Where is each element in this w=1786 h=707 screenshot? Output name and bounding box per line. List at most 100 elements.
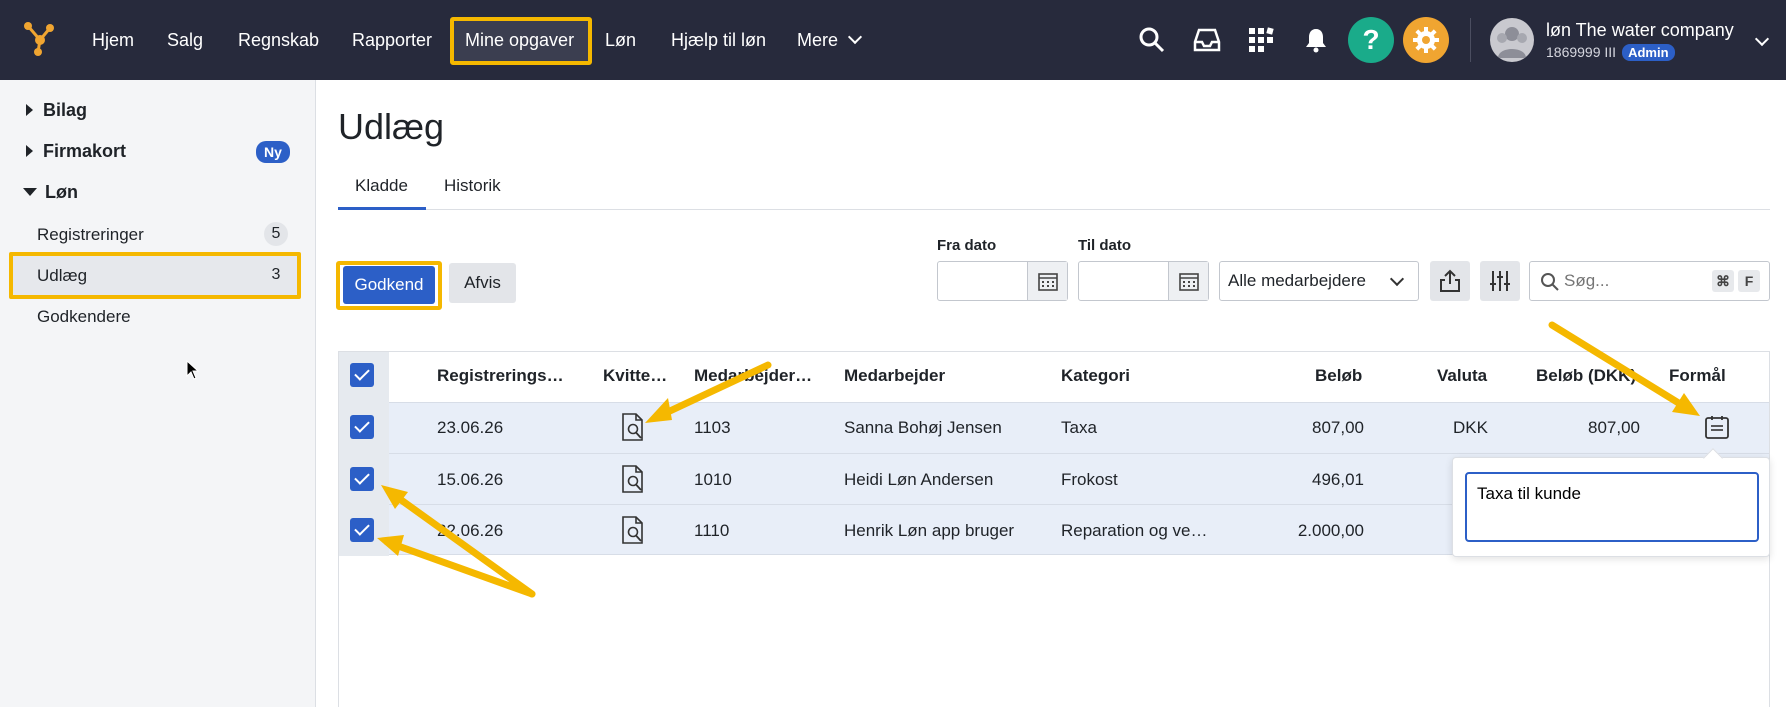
cell-employee: Heidi Løn Andersen	[844, 470, 994, 489]
cell-date: 15.06.26	[437, 470, 504, 489]
mouse-cursor-icon	[186, 360, 200, 380]
active-tab-indicator	[338, 207, 426, 210]
employee-select-value: Alle medarbejdere	[1228, 271, 1366, 290]
cell-employee-number: 1110	[694, 521, 730, 540]
approve-button[interactable]: Godkend	[343, 266, 435, 304]
apps-icon[interactable]	[1241, 20, 1281, 60]
count-badge: 3	[271, 266, 281, 283]
column-header-registreringsdato[interactable]: Registrerings…	[437, 366, 564, 386]
nav-hjaelp-til-lon[interactable]: Hjælp til løn	[671, 0, 766, 80]
purpose-textarea[interactable]	[1465, 472, 1759, 542]
cell-date: 22.06.26	[437, 521, 504, 540]
bell-icon[interactable]	[1296, 20, 1336, 60]
inbox-icon[interactable]	[1187, 20, 1227, 60]
to-date-label: Til dato	[1078, 237, 1132, 254]
sidebar-section-lon[interactable]: Løn	[23, 182, 78, 203]
topbar-divider	[1470, 18, 1471, 62]
sidebar-section-bilag[interactable]: Bilag	[26, 100, 87, 121]
column-header-valuta[interactable]: Valuta	[1437, 366, 1487, 386]
cell-amount: 2.000,00	[1297, 521, 1364, 540]
export-button[interactable]	[1430, 261, 1470, 301]
cell-amount: 807,00	[1312, 418, 1364, 437]
company-id: 1869999 III Admin	[1546, 44, 1675, 61]
avatar[interactable]	[1490, 18, 1534, 62]
purpose-note-icon[interactable]	[1704, 414, 1730, 440]
count-badge: 5	[264, 222, 288, 246]
cell-amount-dkk: 807,00	[1588, 418, 1640, 437]
column-header-belob-dkk[interactable]: Beløb (DKK)	[1536, 366, 1636, 386]
cell-currency: DKK	[1453, 418, 1488, 437]
reject-button[interactable]: Afvis	[449, 263, 516, 303]
sidebar-section-label: Firmakort	[43, 141, 127, 161]
sidebar-section-label: Bilag	[43, 100, 88, 120]
caret-right-icon	[26, 145, 33, 157]
nav-rapporter[interactable]: Rapporter	[352, 0, 432, 80]
top-navigation-bar: Hjem Salg Regnskab Rapporter Mine opgave…	[0, 0, 1786, 80]
sidebar-item-registreringer[interactable]: Registreringer	[37, 225, 144, 245]
sidebar-section-firmakort[interactable]: Firmakort	[26, 141, 126, 162]
column-header-medarbejdernummer[interactable]: Medarbejder…	[694, 366, 812, 386]
help-icon[interactable]: ?	[1348, 17, 1394, 63]
column-header-formal[interactable]: Formål	[1669, 366, 1726, 386]
nav-salg[interactable]: Salg	[167, 0, 203, 80]
tab-historik[interactable]: Historik	[444, 176, 501, 196]
nav-regnskab[interactable]: Regnskab	[238, 0, 319, 80]
cell-employee: Sanna Bohøj Jensen	[844, 418, 1002, 437]
sidebar-item-udlaeg[interactable]: Udlæg	[37, 266, 87, 286]
table-row[interactable]	[339, 402, 1769, 453]
app-logo[interactable]	[20, 18, 60, 58]
sliders-icon	[1490, 271, 1510, 291]
column-header-kvittering[interactable]: Kvitte…	[603, 366, 667, 386]
sidebar-section-label: Løn	[45, 182, 78, 202]
from-date-label: Fra dato	[937, 237, 997, 254]
receipt-preview-icon[interactable]	[621, 516, 645, 544]
column-header-belob[interactable]: Beløb	[1315, 366, 1362, 386]
receipt-preview-icon[interactable]	[621, 465, 645, 493]
purpose-popover	[1452, 457, 1770, 557]
row-checkbox[interactable]	[350, 415, 374, 439]
page-title: Udlæg	[338, 106, 445, 147]
account-chevron-down-icon[interactable]	[1754, 31, 1770, 47]
settings-icon[interactable]	[1403, 17, 1449, 63]
calendar-icon[interactable]	[1027, 262, 1067, 300]
search-input[interactable]	[1564, 270, 1704, 292]
row-checkbox[interactable]	[350, 467, 374, 491]
tab-kladde[interactable]: Kladde	[355, 176, 408, 196]
nav-hjem[interactable]: Hjem	[92, 0, 134, 80]
share-icon	[1440, 269, 1460, 292]
cell-category: Reparation og ve…	[1061, 521, 1208, 540]
select-all-checkbox[interactable]	[350, 363, 374, 387]
cell-employee: Henrik Løn app bruger	[844, 521, 1015, 540]
chevron-down-icon	[1389, 271, 1405, 287]
sidebar-item-godkendere[interactable]: Godkendere	[37, 307, 131, 327]
receipt-preview-icon[interactable]	[621, 413, 645, 441]
to-date-input[interactable]	[1078, 261, 1209, 301]
tabs-divider	[338, 209, 1770, 210]
caret-right-icon	[26, 104, 33, 116]
filter-settings-button[interactable]	[1480, 261, 1520, 301]
column-header-kategori[interactable]: Kategori	[1061, 366, 1130, 386]
nav-mere[interactable]: Mere	[797, 0, 863, 80]
new-badge: Ny	[256, 141, 290, 163]
calendar-icon[interactable]	[1168, 262, 1208, 300]
shortcut-key-cmd: ⌘	[1712, 270, 1734, 292]
row-checkbox[interactable]	[350, 518, 374, 542]
search-icon[interactable]	[1132, 20, 1172, 60]
from-date-input[interactable]	[937, 261, 1068, 301]
column-header-medarbejder[interactable]: Medarbejder	[844, 366, 945, 386]
search-box[interactable]: ⌘ F	[1529, 261, 1770, 301]
nav-lon[interactable]: Løn	[605, 0, 636, 80]
employee-select[interactable]: Alle medarbejdere	[1219, 261, 1419, 301]
company-id-text: 1869999 III	[1546, 44, 1617, 60]
chevron-down-icon	[847, 29, 863, 45]
cell-employee-number: 1103	[694, 418, 731, 437]
nav-mine-opgaver[interactable]: Mine opgaver	[465, 0, 574, 80]
shortcut-key-f: F	[1738, 270, 1760, 292]
search-icon	[1541, 273, 1559, 291]
cell-category: Taxa	[1061, 418, 1097, 437]
cell-employee-number: 1010	[694, 470, 732, 489]
caret-down-icon	[23, 188, 37, 196]
company-name[interactable]: løn The water company	[1546, 20, 1734, 41]
sidebar	[0, 80, 316, 707]
admin-badge: Admin	[1622, 44, 1675, 61]
